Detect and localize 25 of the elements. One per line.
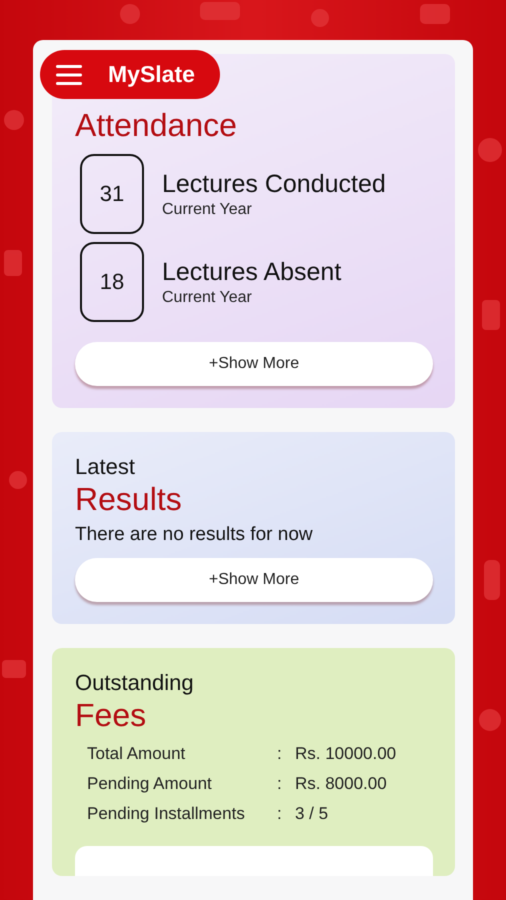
fee-value: Rs. 10000.00 bbox=[295, 744, 398, 764]
menu-icon[interactable] bbox=[56, 64, 82, 84]
show-more-button[interactable]: +Show More bbox=[75, 342, 433, 386]
stat-label: Lectures Absent bbox=[162, 258, 342, 286]
card-heading: Results bbox=[75, 480, 183, 518]
card-overline: Outstanding bbox=[75, 670, 195, 696]
card-heading: Attendance bbox=[75, 106, 238, 144]
fee-value: 3 / 5 bbox=[295, 804, 330, 824]
stat-sublabel: Current Year bbox=[162, 288, 253, 306]
fee-separator: : bbox=[277, 744, 283, 764]
card-overline: Latest bbox=[75, 454, 136, 480]
fee-value: Rs. 8000.00 bbox=[295, 774, 388, 794]
fee-label: Pending Amount bbox=[87, 774, 213, 794]
stat-sublabel: Current Year bbox=[162, 200, 253, 218]
fee-separator: : bbox=[277, 804, 283, 824]
fee-separator: : bbox=[277, 774, 283, 794]
show-more-button[interactable]: +Show More bbox=[75, 558, 433, 602]
fee-label: Total Amount bbox=[87, 744, 186, 764]
fee-label: Pending Installments bbox=[87, 804, 246, 824]
stat-count: 31 bbox=[80, 154, 144, 234]
app-title: MySlate bbox=[108, 61, 195, 88]
stat-count: 18 bbox=[80, 242, 144, 322]
empty-message: There are no results for now bbox=[75, 524, 314, 546]
stat-label: Lectures Conducted bbox=[162, 170, 386, 198]
card-heading: Fees bbox=[75, 696, 148, 734]
